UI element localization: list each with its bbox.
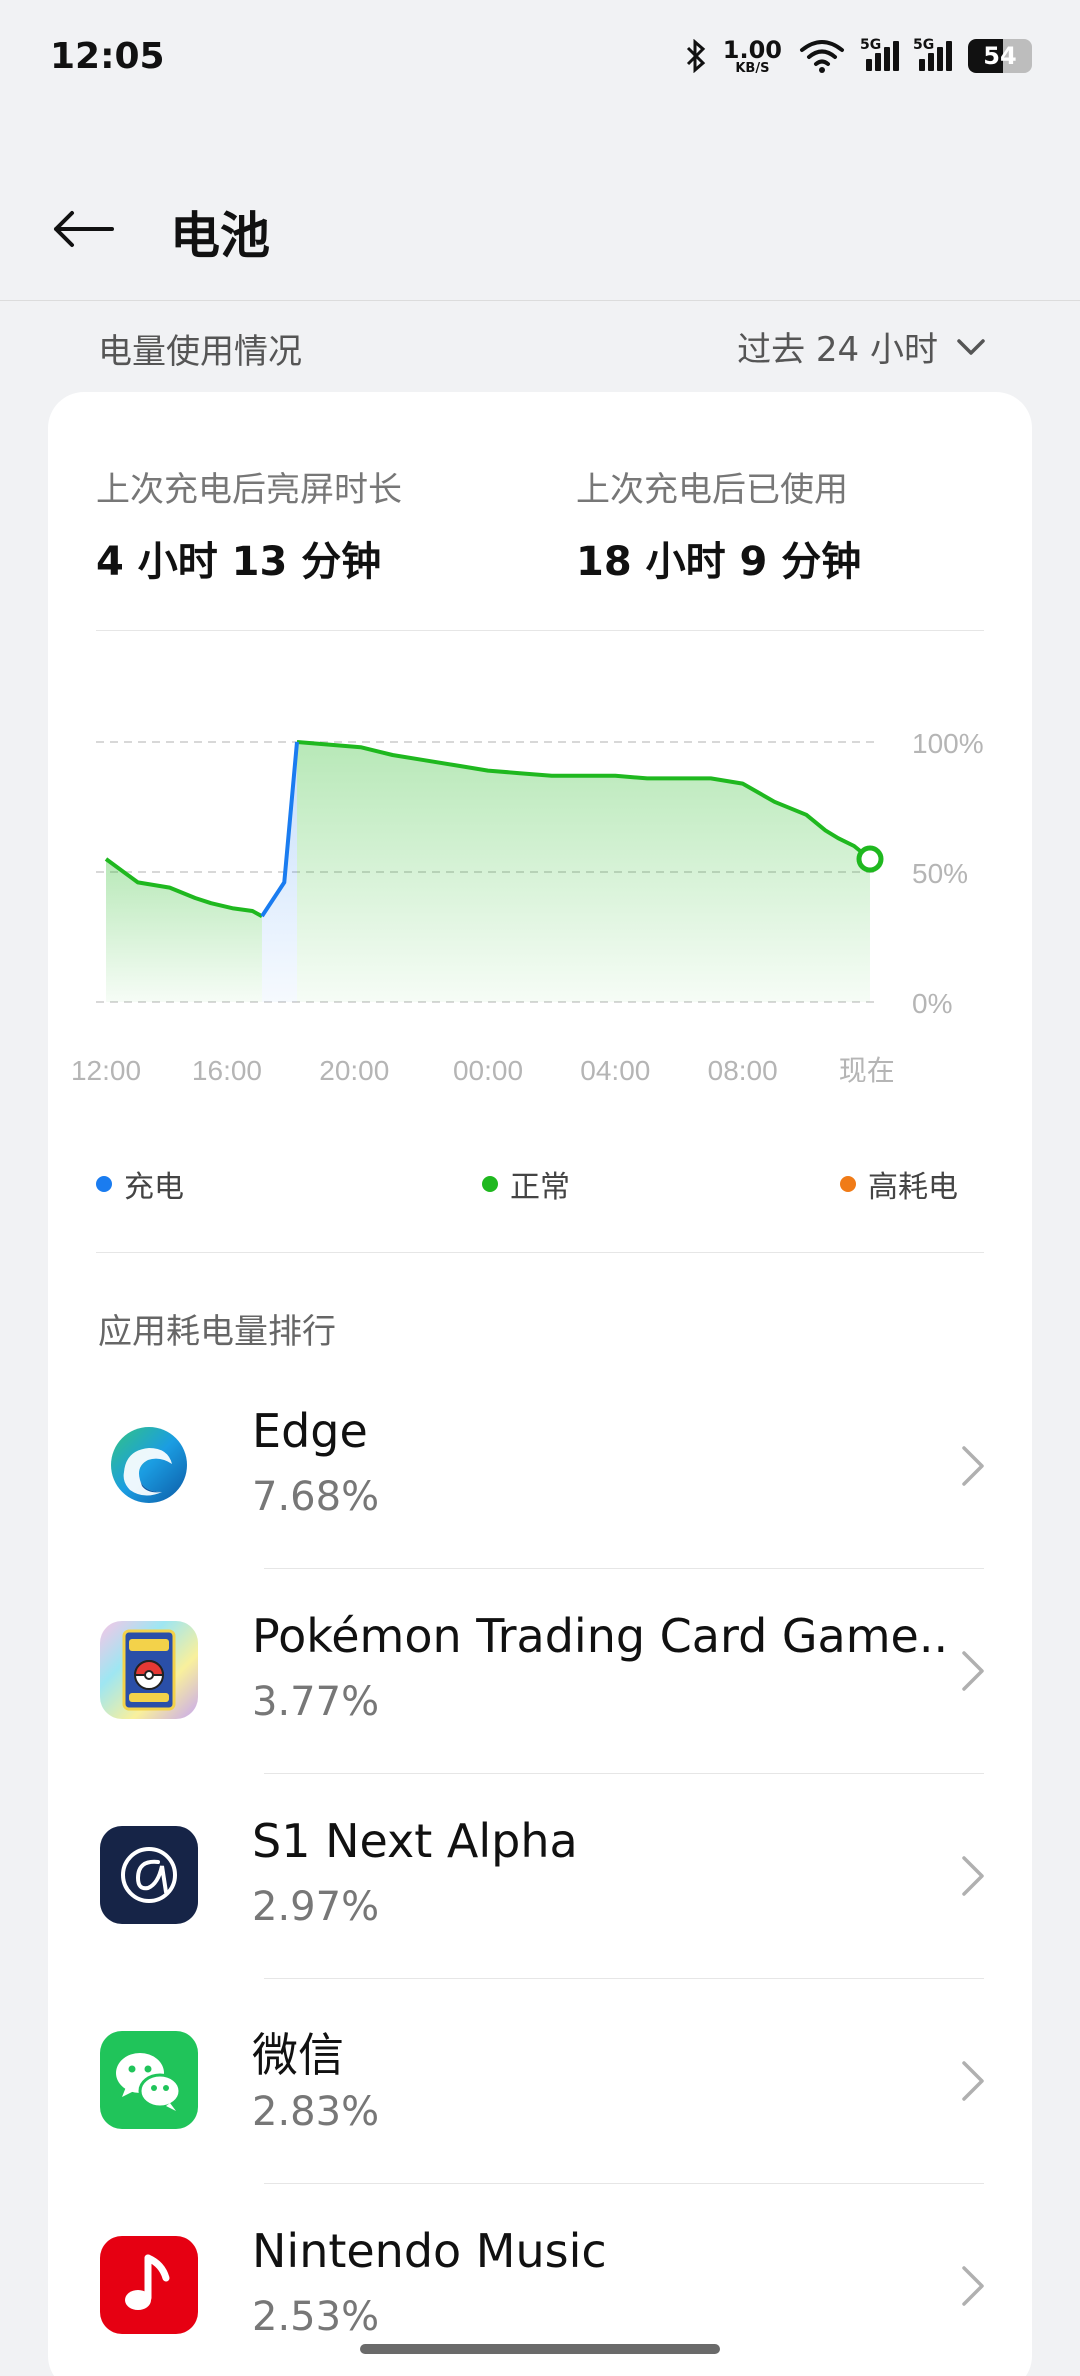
battery-card: 上次充电后亮屏时长 4 小时 13 分钟 上次充电后已使用 18 小时 9 分钟… [48, 392, 1032, 2376]
app-row-pokemon-tcg[interactable]: Pokémon Trading Card Game.. 3.77% [48, 1569, 1032, 1774]
header-divider [0, 300, 1080, 301]
app-name: S1 Next Alpha [252, 1814, 578, 1868]
back-button[interactable] [50, 194, 120, 264]
legend-normal: 正常 [482, 1162, 570, 1206]
status-icons: 1.00 KB/S 5G 5G 54 [685, 34, 1032, 78]
network-speed: 1.00 KB/S [722, 35, 782, 76]
app-percent: 2.83% [252, 2089, 380, 2135]
back-arrow-icon [54, 211, 114, 247]
x-tick-label: 04:00 [580, 1055, 650, 1086]
chevron-down-icon [957, 338, 985, 355]
pokemon-tcg-icon [100, 1621, 198, 1719]
time-range-label: 过去 24 小时 [737, 330, 938, 370]
x-tick-label: 16:00 [192, 1055, 262, 1086]
app-row-wechat[interactable]: 微信 2.83% [48, 1979, 1032, 2184]
legend-normal-label: 正常 [510, 1170, 570, 1205]
chevron-right-icon [962, 1446, 984, 1486]
x-tick-label: 00:00 [453, 1055, 523, 1086]
app-name: Nintendo Music [252, 2224, 607, 2278]
legend-charging-label: 充电 [124, 1170, 184, 1205]
usage-section-title: 电量使用情况 [98, 332, 302, 372]
normal-area-after-charge [297, 742, 870, 1002]
used-since-charge-value: 18 小时 9 分钟 [576, 539, 862, 585]
screen-time-value: 4 小时 13 分钟 [96, 539, 382, 585]
signal-sim1-icon: 5G [860, 37, 899, 71]
app-header: 电池 [0, 180, 1080, 300]
current-level-marker [856, 845, 884, 873]
stats-divider [96, 630, 984, 631]
app-percent: 3.77% [252, 1679, 380, 1725]
legend-charging-dot [96, 1176, 112, 1192]
screen-time-label: 上次充电后亮屏时长 [96, 470, 402, 510]
x-tick-label: 20:00 [319, 1055, 389, 1086]
home-indicator[interactable] [360, 2344, 720, 2354]
x-tick-label: 现在 [839, 1055, 895, 1086]
app-percent: 2.97% [252, 1884, 380, 1930]
status-bar: 12:05 1.00 KB/S 5G 5G 54 [0, 0, 1080, 116]
app-ranking-title: 应用耗电量排行 [98, 1312, 336, 1352]
legend-normal-dot [482, 1176, 498, 1192]
x-tick-label: 08:00 [708, 1055, 778, 1086]
y-tick-label: 100% [912, 728, 984, 759]
battery-chart-svg: 100% 50% 0% 12:00 16:00 20:00 00:00 04:00 08:00 现… [71, 728, 984, 1086]
signal-sim2-icon: 5G [913, 37, 952, 71]
chevron-right-icon [962, 2266, 984, 2306]
app-name: Pokémon Trading Card Game.. [252, 1609, 949, 1663]
screen-time-stat: 上次充电后亮屏时长 4 小时 13 分钟 [96, 462, 402, 587]
page-title: 电池 [170, 207, 270, 265]
bluetooth-icon [685, 39, 707, 73]
app-row-s1-next[interactable]: S1 Next Alpha 2.97% [48, 1774, 1032, 1979]
app-name: Edge [252, 1404, 368, 1458]
s1-next-icon [100, 1826, 198, 1924]
app-name: 微信 [252, 2028, 344, 2082]
y-tick-label: 50% [912, 858, 968, 889]
normal-area-before-charge [106, 859, 262, 1002]
app-percent: 2.53% [252, 2294, 380, 2340]
nintendo-music-icon [100, 2236, 198, 2334]
legend-divider [96, 1252, 984, 1253]
chevron-right-icon [962, 1651, 984, 1691]
app-row-edge[interactable]: Edge 7.68% [48, 1364, 1032, 1569]
legend-charging: 充电 [96, 1162, 184, 1206]
chevron-right-icon [962, 1856, 984, 1896]
wechat-icon [100, 2031, 198, 2129]
chevron-right-icon [962, 2061, 984, 2101]
time-range-selector[interactable]: 过去 24 小时 [737, 322, 986, 371]
x-tick-label: 12:00 [71, 1055, 141, 1086]
status-time: 12:05 [50, 36, 165, 77]
legend-high-drain: 高耗电 [840, 1162, 958, 1206]
used-since-charge-stat: 上次充电后已使用 18 小时 9 分钟 [576, 462, 861, 587]
app-percent: 7.68% [252, 1474, 380, 1520]
legend-high-drain-label: 高耗电 [868, 1170, 958, 1205]
used-since-charge-label: 上次充电后已使用 [576, 470, 848, 510]
edge-icon [100, 1416, 198, 1514]
battery-level-chart: 100% 50% 0% 12:00 16:00 20:00 00:00 04:00 08:00 现… [48, 692, 1032, 1092]
y-tick-label: 0% [912, 988, 952, 1019]
legend-high-drain-dot [840, 1176, 856, 1192]
wifi-icon [798, 38, 846, 74]
battery-icon: 54 [968, 39, 1032, 73]
